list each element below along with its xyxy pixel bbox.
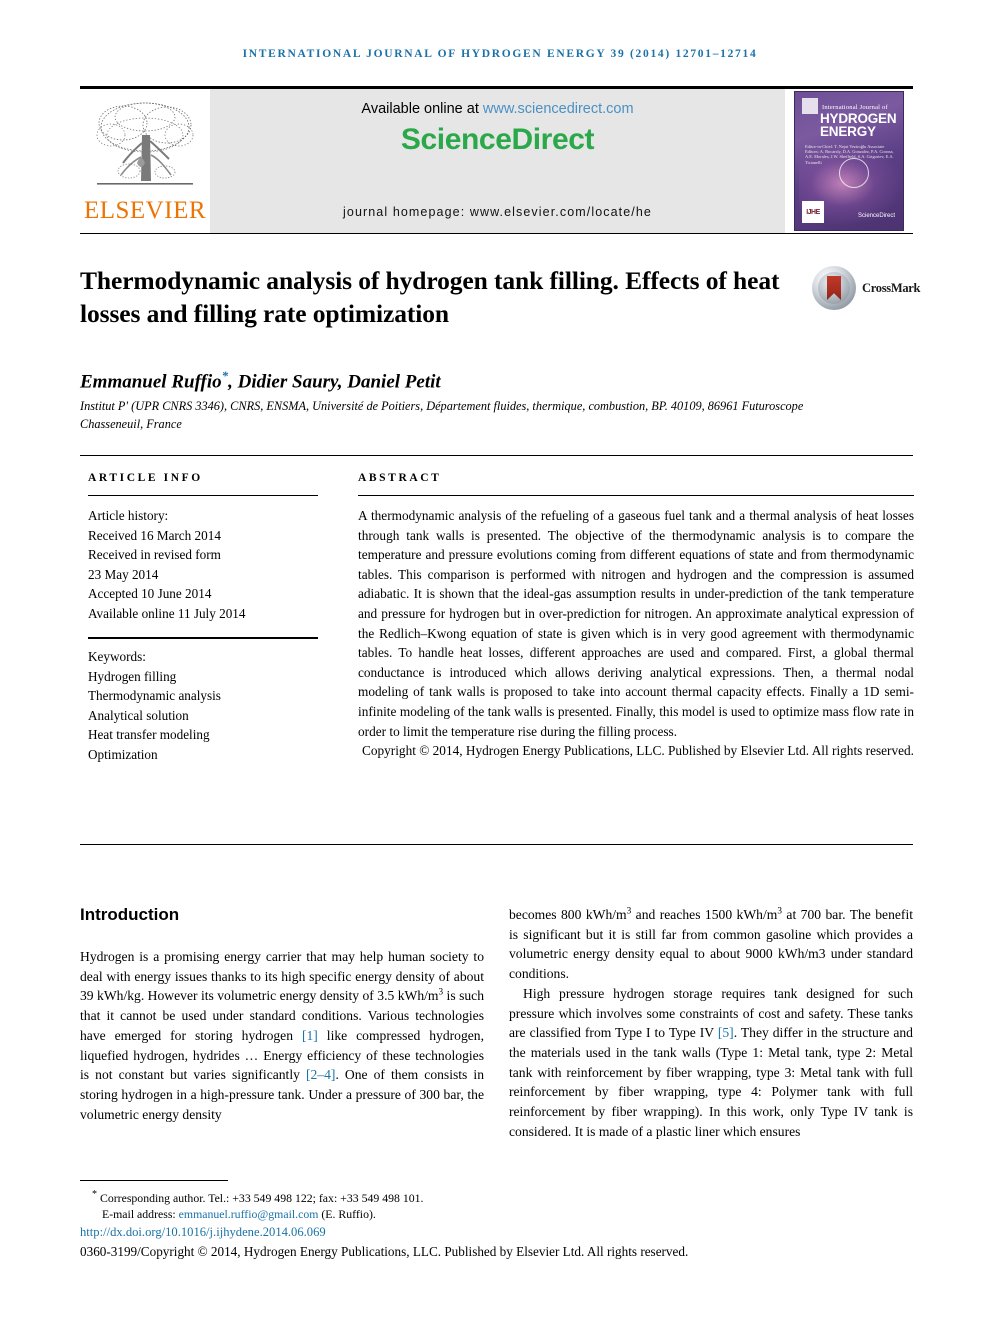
keyword-item: Heat transfer modeling	[88, 727, 210, 742]
journal-masthead: ELSEVIER Available online at www.science…	[80, 86, 913, 234]
footnote-star-icon: *	[92, 1189, 97, 1200]
abstract-text: A thermodynamic analysis of the refuelin…	[358, 508, 914, 739]
keywords-label: Keywords:	[88, 649, 146, 664]
elsevier-tree-icon	[96, 102, 194, 185]
crossmark-ribbon-icon	[827, 276, 841, 300]
body-paragraph: becomes 800 kWh/m3 and reaches 1500 kWh/…	[509, 905, 913, 984]
article-history-item: Accepted 10 June 2014	[88, 586, 212, 601]
affiliation: Institut P' (UPR CNRS 3346), CNRS, ENSMA…	[80, 399, 804, 431]
crossmark-icon-inner	[818, 272, 850, 304]
article-info-divider	[88, 495, 318, 496]
body-right-column: becomes 800 kWh/m3 and reaches 1500 kWh/…	[509, 905, 913, 1141]
journal-homepage-line[interactable]: journal homepage: www.elsevier.com/locat…	[210, 205, 785, 219]
corresponding-author-note: * Corresponding author. Tel.: +33 549 49…	[80, 1187, 920, 1206]
cover-elsevier-mark-icon	[802, 98, 818, 114]
cover-journal-title: HYDROGEN ENERGY	[820, 111, 897, 139]
text-run: becomes 800 kWh/m	[509, 907, 627, 922]
author-list: Emmanuel Ruffio*, Didier Saury, Daniel P…	[80, 368, 780, 393]
article-info-heading: ARTICLE INFO	[88, 472, 203, 484]
paper-page: International Journal of Hydrogen Energy…	[0, 0, 992, 1323]
keywords-divider	[88, 637, 318, 639]
author-rest: , Didier Saury, Daniel Petit	[228, 371, 441, 393]
article-history-label: Article history:	[88, 508, 169, 523]
introduction-left-paragraphs: Hydrogen is a promising energy carrier t…	[80, 947, 484, 1124]
available-online-text: Available online at	[361, 101, 483, 117]
cover-ijhe-badge: IJHE	[802, 201, 824, 223]
article-history-item: Available online 11 July 2014	[88, 605, 246, 621]
sciencedirect-banner: Available online at www.sciencedirect.co…	[210, 89, 785, 233]
article-history-item: Received in revised form	[88, 547, 221, 562]
cover-journal-subtitle: International Journal of	[822, 104, 888, 111]
keywords-list: Hydrogen filling Thermodynamic analysis An…	[88, 667, 318, 765]
article-info-column: ARTICLE INFO Article history: Received 1…	[88, 472, 318, 764]
journal-cover-block: International Journal of HYDROGEN ENERGY…	[785, 89, 913, 233]
introduction-heading: Introduction	[80, 905, 180, 924]
abstract-column: ABSTRACT A thermodynamic analysis of the…	[358, 472, 914, 761]
cover-sciencedirect-mark: ScienceDirect	[857, 213, 895, 219]
email-note: E-mail address: emmanuel.ruffio@gmail.co…	[80, 1206, 920, 1223]
text-run: . They differ in the structure and the m…	[509, 1025, 913, 1139]
abstract-divider	[358, 495, 914, 496]
author-primary: Emmanuel Ruffio	[80, 371, 222, 393]
abstract-copyright: Copyright © 2014, Hydrogen Energy Public…	[361, 743, 914, 759]
doi-link[interactable]: http://dx.doi.org/10.1016/j.ijhydene.201…	[80, 1225, 920, 1240]
page-title: Thermodynamic analysis of hydrogen tank …	[80, 266, 780, 328]
introduction-right-paragraphs: becomes 800 kWh/m3 and reaches 1500 kWh/…	[509, 905, 913, 1141]
keyword-item: Analytical solution	[88, 707, 189, 723]
citation-link[interactable]: [5]	[718, 1025, 734, 1040]
email-link[interactable]: emmanuel.ruffio@gmail.com	[179, 1207, 319, 1221]
email-owner: (E. Ruffio).	[318, 1207, 376, 1222]
available-online-line: Available online at www.sciencedirect.co…	[361, 101, 633, 117]
elsevier-logo: ELSEVIER	[80, 89, 210, 233]
body-paragraph: Hydrogen is a promising energy carrier t…	[80, 947, 484, 1124]
crossmark-icon	[812, 266, 856, 310]
citation-link[interactable]: [2–4]	[306, 1067, 335, 1082]
crossmark-badge[interactable]: CrossMark	[812, 262, 920, 314]
citation-link[interactable]: [1]	[302, 1028, 318, 1043]
cover-editors-text: Editor-in-Chief: T. Nejat Veziroğlu Asso…	[805, 144, 894, 165]
sciencedirect-url-link[interactable]: www.sciencedirect.com	[483, 101, 634, 117]
running-head: International Journal of Hydrogen Energy…	[242, 48, 758, 60]
article-history-list: Received 16 March 2014 Received in revise…	[88, 526, 318, 624]
keyword-item: Optimization	[88, 746, 158, 762]
abstract-heading: ABSTRACT	[358, 472, 442, 484]
email-label: E-mail address:	[102, 1207, 179, 1222]
article-history-item: Received 16 March 2014	[88, 527, 221, 543]
text-run: Hydrogen is a promising energy carrier t…	[80, 949, 484, 1004]
footnote-divider	[80, 1180, 228, 1181]
footnote-block: * Corresponding author. Tel.: +33 549 49…	[80, 1180, 920, 1260]
sciencedirect-logo[interactable]: ScienceDirect	[401, 123, 595, 157]
keyword-item: Thermodynamic analysis	[88, 688, 221, 703]
keyword-item: Hydrogen filling	[88, 668, 177, 684]
elsevier-wordmark: ELSEVIER	[83, 197, 207, 224]
corresponding-author-text: Corresponding author. Tel.: +33 549 498 …	[99, 1190, 424, 1205]
journal-cover-image: International Journal of HYDROGEN ENERGY…	[794, 91, 904, 231]
issn-copyright-line: 0360-3199/Copyright © 2014, Hydrogen Ene…	[80, 1243, 689, 1259]
body-paragraph: High pressure hydrogen storage requires …	[509, 984, 913, 1142]
body-left-column: Introduction Hydrogen is a promising ene…	[80, 905, 484, 1124]
article-history-item: 23 May 2014	[88, 566, 159, 582]
crossmark-label: CrossMark	[862, 280, 921, 295]
text-run: and reaches 1500 kWh/m	[631, 907, 778, 922]
